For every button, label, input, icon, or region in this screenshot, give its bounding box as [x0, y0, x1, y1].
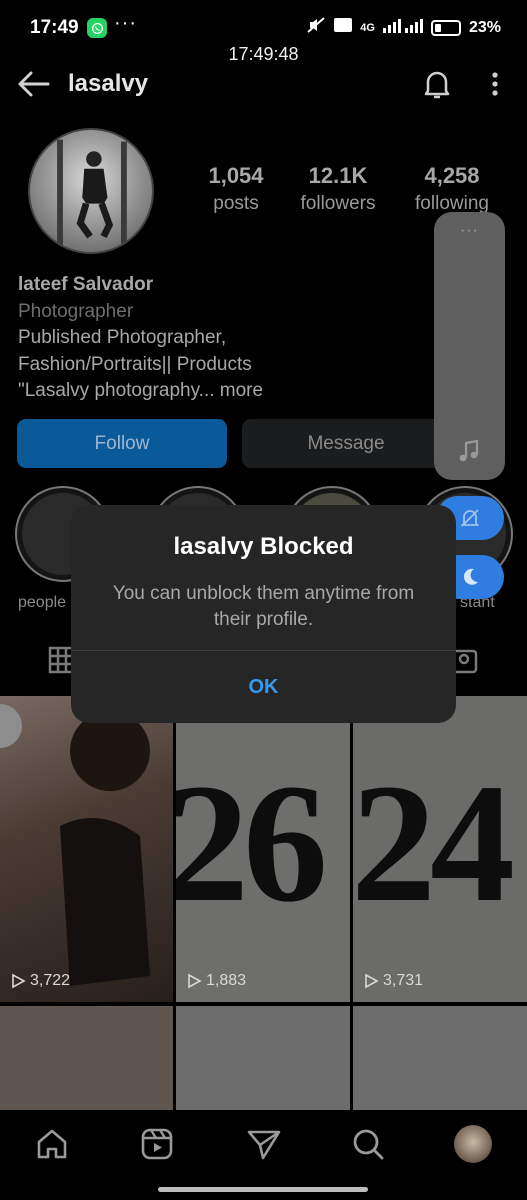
nav-search[interactable] — [348, 1124, 388, 1164]
posts-count: 1,054 — [208, 163, 264, 188]
dialog-message: You can unblock them anytime from their … — [112, 583, 415, 630]
followers-count: 12.1K — [308, 163, 368, 188]
followers-label: followers — [300, 193, 376, 214]
search-icon — [353, 1129, 384, 1160]
notifications-button[interactable] — [419, 66, 455, 102]
post-thumbnail[interactable] — [176, 1006, 350, 1110]
follow-button[interactable]: Follow — [17, 419, 227, 468]
send-icon — [247, 1130, 281, 1160]
followers-stat[interactable]: 12.1K followers — [288, 163, 388, 215]
back-button[interactable] — [16, 66, 52, 102]
profile-avatar[interactable] — [28, 128, 154, 254]
signal-icon — [382, 17, 423, 38]
bio-line: Published Photographer, — [18, 327, 227, 348]
bio-line: Fashion/Portraits|| Products — [18, 353, 252, 375]
network-type: 4G — [360, 21, 375, 34]
play-icon — [188, 973, 202, 989]
home-icon — [37, 1129, 67, 1159]
post-overlay-text: 24 — [353, 749, 515, 937]
following-count: 4,258 — [424, 163, 480, 188]
avatar-photo — [57, 139, 127, 247]
back-arrow-icon — [18, 71, 50, 97]
profile-bio: lateef Salvador Photographer Published P… — [18, 272, 263, 405]
bell-off-icon — [460, 509, 480, 527]
play-icon — [365, 973, 379, 989]
views-count: 3,731 — [363, 972, 423, 990]
nav-home[interactable] — [32, 1124, 72, 1164]
post-thumbnail[interactable]: 3,722 — [0, 696, 173, 1002]
post-thumbnail[interactable] — [353, 1006, 527, 1110]
nav-reels[interactable] — [137, 1124, 177, 1164]
battery-percent: 23% — [468, 18, 501, 36]
volte-icon — [334, 17, 353, 38]
post-overlay-text: 26 — [176, 749, 328, 937]
blocked-dialog: lasalvy Blocked You can unblock them any… — [71, 505, 456, 723]
status-right-group: 4G 23% — [306, 16, 501, 39]
header-username: lasalvy — [68, 70, 149, 97]
profile-name: lateef Salvador — [18, 274, 154, 295]
views-count: 3,722 — [10, 972, 70, 990]
views-value: 1,883 — [206, 972, 247, 989]
status-bar: 17:49 ··· 4G 23% 17:49:48 — [0, 0, 527, 64]
home-indicator[interactable] — [158, 1187, 368, 1192]
post-thumbnail[interactable] — [0, 1006, 173, 1110]
views-value: 3,722 — [30, 972, 71, 989]
profile-category: Photographer — [18, 300, 134, 322]
post-photo — [0, 704, 150, 986]
following-stat[interactable]: 4,258 following — [404, 163, 500, 215]
more-options-button[interactable] — [485, 66, 505, 102]
posts-label: posts — [213, 193, 259, 214]
kebab-menu-icon — [492, 72, 498, 96]
highlight-label: people — [18, 594, 67, 611]
nav-profile-avatar[interactable] — [454, 1125, 492, 1163]
play-icon — [12, 973, 26, 989]
dialog-title: lasalvy Blocked — [173, 533, 354, 560]
bell-icon — [424, 71, 450, 99]
post-thumbnail[interactable]: 24 3,731 — [353, 696, 527, 1002]
mute-icon — [306, 16, 326, 39]
posts-stat[interactable]: 1,054 posts — [196, 163, 276, 215]
views-value: 3,731 — [383, 972, 424, 989]
music-button[interactable] — [456, 438, 482, 464]
battery-icon — [430, 19, 461, 36]
post-thumbnail[interactable]: 26 1,883 — [176, 696, 350, 1002]
nav-messages[interactable] — [244, 1124, 284, 1164]
bio-more-link[interactable]: "Lasalvy photography... more — [18, 378, 263, 405]
status-time: 17:49 — [30, 17, 79, 38]
music-note-icon — [459, 439, 479, 462]
ok-button[interactable]: OK — [71, 651, 456, 723]
whatsapp-icon — [87, 18, 107, 38]
views-count: 1,883 — [186, 972, 246, 990]
profile-header: lasalvy — [0, 62, 527, 106]
status-overflow: ··· — [114, 12, 137, 34]
moon-icon — [463, 568, 478, 585]
message-button[interactable]: Message — [242, 419, 450, 468]
side-panel-handle[interactable]: ··· — [434, 222, 505, 240]
reels-icon — [141, 1128, 173, 1160]
floating-side-panel[interactable]: ··· — [434, 212, 505, 480]
